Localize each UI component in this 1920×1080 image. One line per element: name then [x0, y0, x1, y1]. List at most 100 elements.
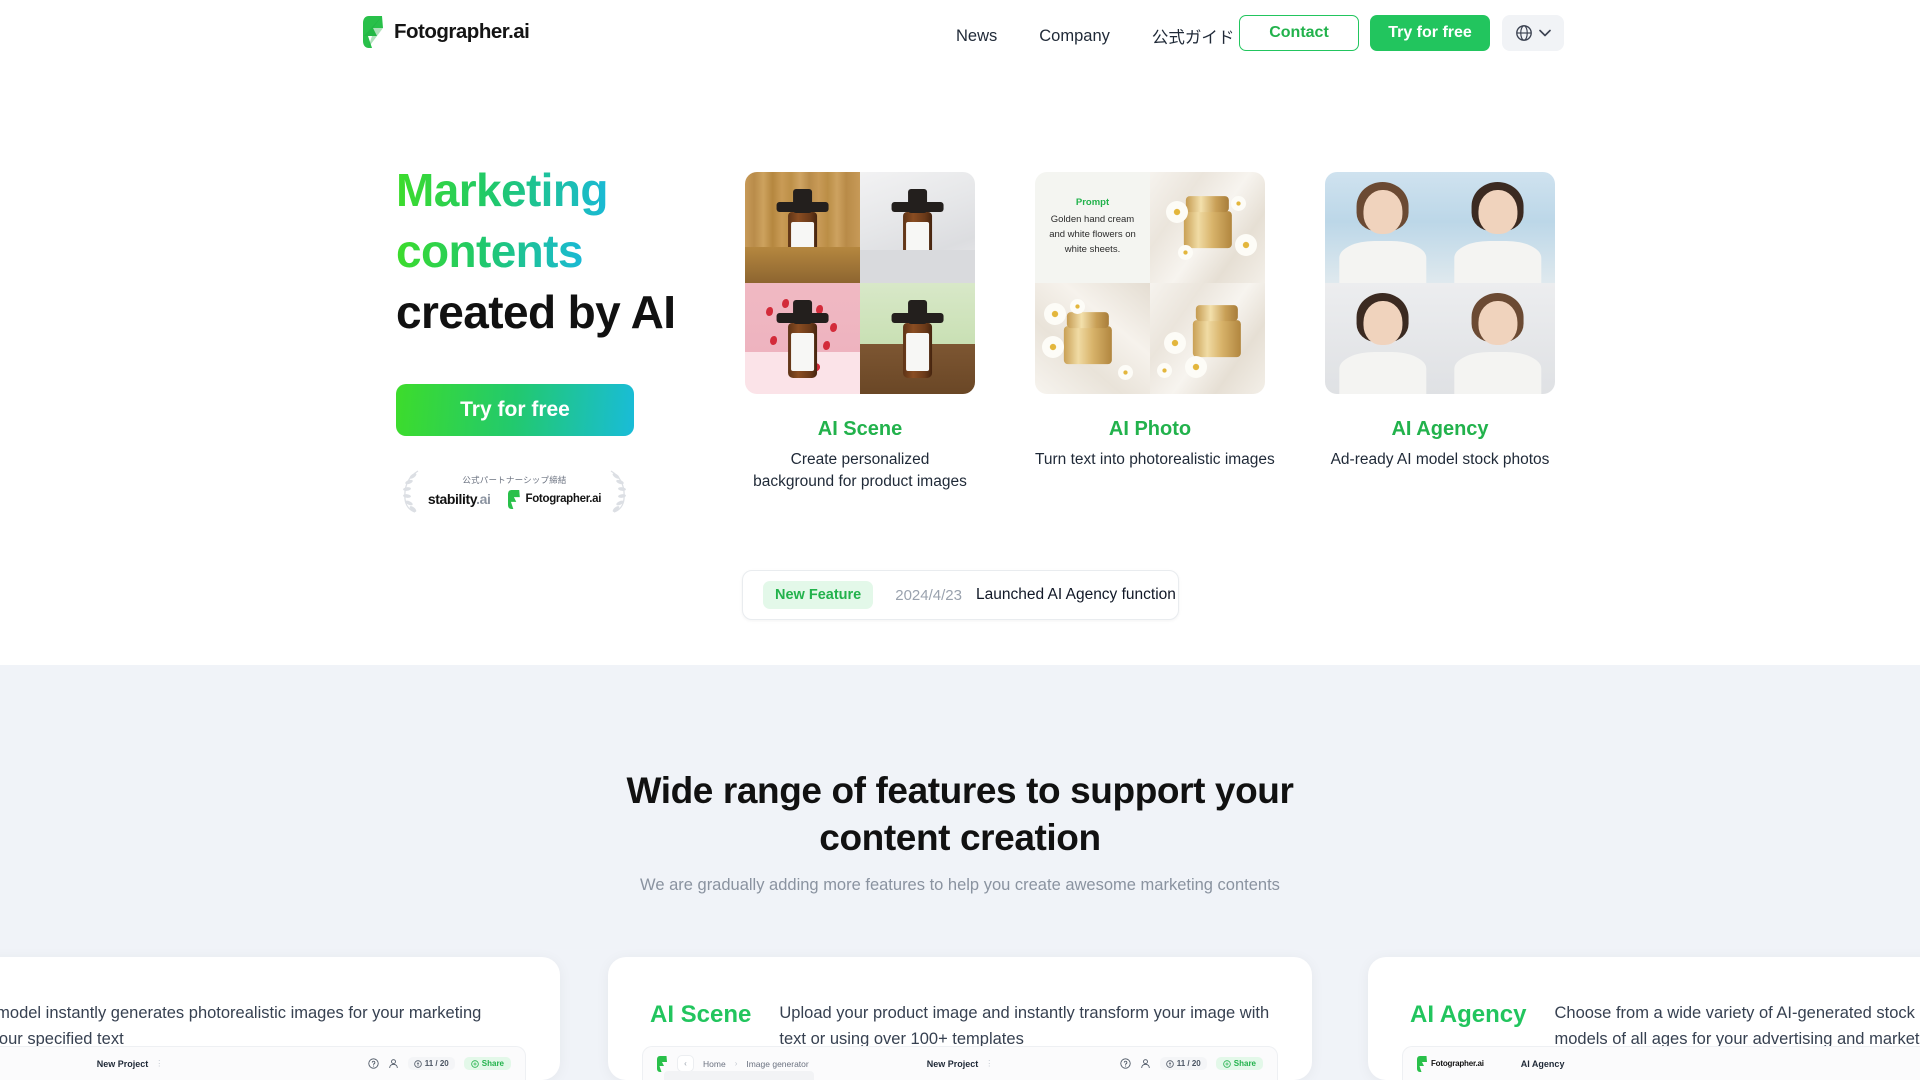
lightning-bolt-icon — [508, 489, 521, 509]
credits-value: 11 / 20 — [1176, 1059, 1201, 1068]
news-text: Launched AI Agency function — [975, 586, 1176, 603]
breadcrumb-current: Image generator — [746, 1058, 809, 1069]
stability-ai-logo: stability.ai — [428, 491, 491, 507]
app-mockup-toolbar: ‹ Home › Image generator New Project ⋮ — [0, 1046, 526, 1080]
coin-icon — [414, 1059, 422, 1068]
share-button[interactable]: Share — [1215, 1057, 1263, 1070]
partnership-content: 公式パートナーシップ締結 stability.ai Fotographer.ai — [428, 474, 601, 509]
landing-page: Fotographer.ai News Company 公式ガイド Sign I… — [0, 0, 1920, 1080]
hero-card-desc: Ad-ready AI model stock photos — [1330, 451, 1550, 468]
account-icon[interactable] — [1140, 1058, 1151, 1069]
share-icon — [1223, 1059, 1231, 1068]
help-icon[interactable] — [1120, 1058, 1131, 1069]
hero-card-desc: Create personalized background for produ… — [753, 451, 967, 490]
nav-item-company[interactable]: Company — [1018, 27, 1131, 46]
mockup-project-name: New Project — [96, 1058, 149, 1069]
site-header: Fotographer.ai News Company 公式ガイド Sign I… — [0, 0, 1920, 72]
partnership-caption: 公式パートナーシップ締結 — [462, 474, 567, 485]
fotographer-mini-logo: Fotographer.ai — [508, 489, 602, 509]
news-announcement-banner[interactable]: New Feature 2024/4/23 Launched AI Agency… — [742, 570, 1179, 620]
lightning-bolt-icon — [363, 16, 383, 48]
hero-card-ai-agency[interactable]: AI Agency Ad-ready AI model stock photos — [1325, 172, 1555, 493]
carousel-card-ai-agency[interactable]: AI Agency Choose from a wide variety of … — [1368, 957, 1920, 1080]
mockup-toolbar-actions: 11 / 20 Share — [1120, 1057, 1263, 1070]
hero-card-title: AI Agency — [1391, 418, 1489, 440]
credits-counter: 11 / 20 — [1159, 1057, 1207, 1070]
prompt-label: Prompt — [1075, 197, 1110, 209]
lightning-bolt-icon — [657, 1055, 667, 1072]
fotographer-mock-logo: Fotographer.ai — [1417, 1055, 1484, 1072]
share-icon — [471, 1059, 479, 1068]
thumb-quadrant — [745, 283, 860, 394]
feature-carousel: AI Photo Our advanced AI model instantly… — [0, 957, 1920, 1080]
stability-suffix: .ai — [476, 491, 491, 507]
thumb-quadrant — [745, 172, 860, 283]
language-switcher[interactable] — [1502, 15, 1564, 51]
nav-item-news[interactable]: News — [935, 27, 1018, 46]
hero-card-desc: Turn text into photorealistic images — [1035, 451, 1275, 468]
carousel-card-desc: Choose from a wide variety of AI-generat… — [1554, 1004, 1920, 1048]
credits-value: 11 / 20 — [424, 1059, 449, 1068]
hero-card-ai-photo[interactable]: Prompt Golden hand cream and white flowe… — [1035, 172, 1275, 493]
hero-heading-line-1: Marketing — [396, 160, 608, 221]
brand-logo[interactable]: Fotographer.ai — [363, 16, 530, 48]
laurel-left-icon — [402, 470, 419, 513]
hero-feature-cards: AI Scene Create personalized background … — [745, 172, 1555, 493]
mockup-project-name-group: New Project ⋮ — [97, 1059, 164, 1069]
account-icon[interactable] — [388, 1058, 399, 1069]
hero-card-title: AI Scene — [817, 418, 903, 440]
thumb-quadrant — [1150, 172, 1265, 283]
thumb-quadrant — [1325, 283, 1440, 394]
share-label: Share — [481, 1059, 504, 1068]
hero-heading-line-3: created by AI — [396, 286, 676, 339]
coin-icon — [1166, 1059, 1174, 1068]
thumb-quadrant — [860, 283, 975, 394]
ai-scene-thumbnail — [745, 172, 975, 394]
chevron-down-icon — [1539, 29, 1551, 37]
ai-photo-thumbnail: Prompt Golden hand cream and white flowe… — [1035, 172, 1265, 394]
brand-name: Fotographer.ai — [394, 20, 530, 43]
partnership-badge: 公式パートナーシップ締結 stability.ai Fotographer.ai — [393, 466, 636, 516]
carousel-card-ai-scene[interactable]: AI Scene Upload your product image and i… — [608, 957, 1312, 1080]
stability-name: stability — [427, 491, 477, 507]
prompt-text: Golden hand cream and white flowers on w… — [1049, 214, 1136, 255]
breadcrumb-separator: › — [734, 1059, 738, 1068]
carousel-card-ai-photo[interactable]: AI Photo Our advanced AI model instantly… — [0, 957, 560, 1080]
credits-counter: 11 / 20 — [407, 1057, 455, 1070]
help-icon[interactable] — [368, 1058, 379, 1069]
mockup-panel — [664, 1071, 814, 1080]
partnership-logos: stability.ai Fotographer.ai — [428, 489, 602, 509]
share-button[interactable]: Share — [463, 1057, 511, 1070]
thumb-quadrant — [1035, 283, 1150, 394]
ai-agency-thumbnail — [1325, 172, 1555, 394]
carousel-card-title: AI Agency — [1410, 1001, 1527, 1028]
thumb-quadrant — [1325, 172, 1440, 283]
features-subheading: We are gradually adding more features to… — [640, 876, 1280, 894]
globe-icon — [1516, 25, 1532, 41]
thumb-quadrant — [1150, 283, 1265, 394]
nav-item-official-guide[interactable]: 公式ガイド — [1131, 24, 1256, 48]
mockup-brand: Fotographer.ai AI Agency — [1417, 1055, 1564, 1072]
mockup-brand-name: Fotographer.ai — [1431, 1059, 1484, 1068]
thumb-quadrant — [1440, 283, 1555, 394]
back-button[interactable]: ‹ — [677, 1055, 694, 1072]
try-for-free-button-header[interactable]: Try for free — [1370, 15, 1490, 51]
prompt-quadrant: Prompt Golden hand cream and white flowe… — [1035, 172, 1150, 283]
thumb-quadrant — [860, 172, 975, 283]
new-feature-badge: New Feature — [763, 581, 874, 609]
hero-card-title: AI Photo — [1108, 418, 1192, 440]
share-label: Share — [1233, 1059, 1256, 1068]
more-options-icon[interactable]: ⋮ — [155, 1059, 163, 1068]
more-options-icon[interactable]: ⋮ — [985, 1059, 993, 1068]
try-for-free-button-hero[interactable]: Try for free — [396, 384, 634, 436]
contact-button[interactable]: Contact — [1239, 15, 1359, 51]
mockup-project-name: New Project — [926, 1058, 979, 1069]
carousel-card-desc: Our advanced AI model instantly generate… — [0, 1004, 482, 1048]
mockup-toolbar-actions: 11 / 20 Share — [368, 1057, 511, 1070]
fotographer-mini-name: Fotographer.ai — [525, 493, 602, 505]
mockup-project-name-group: New Project ⋮ — [927, 1059, 994, 1069]
hero-card-ai-scene[interactable]: AI Scene Create personalized background … — [745, 172, 975, 493]
news-date: 2024/4/23 — [895, 586, 962, 604]
breadcrumb-home[interactable]: Home — [703, 1059, 726, 1069]
laurel-right-icon — [610, 470, 627, 513]
